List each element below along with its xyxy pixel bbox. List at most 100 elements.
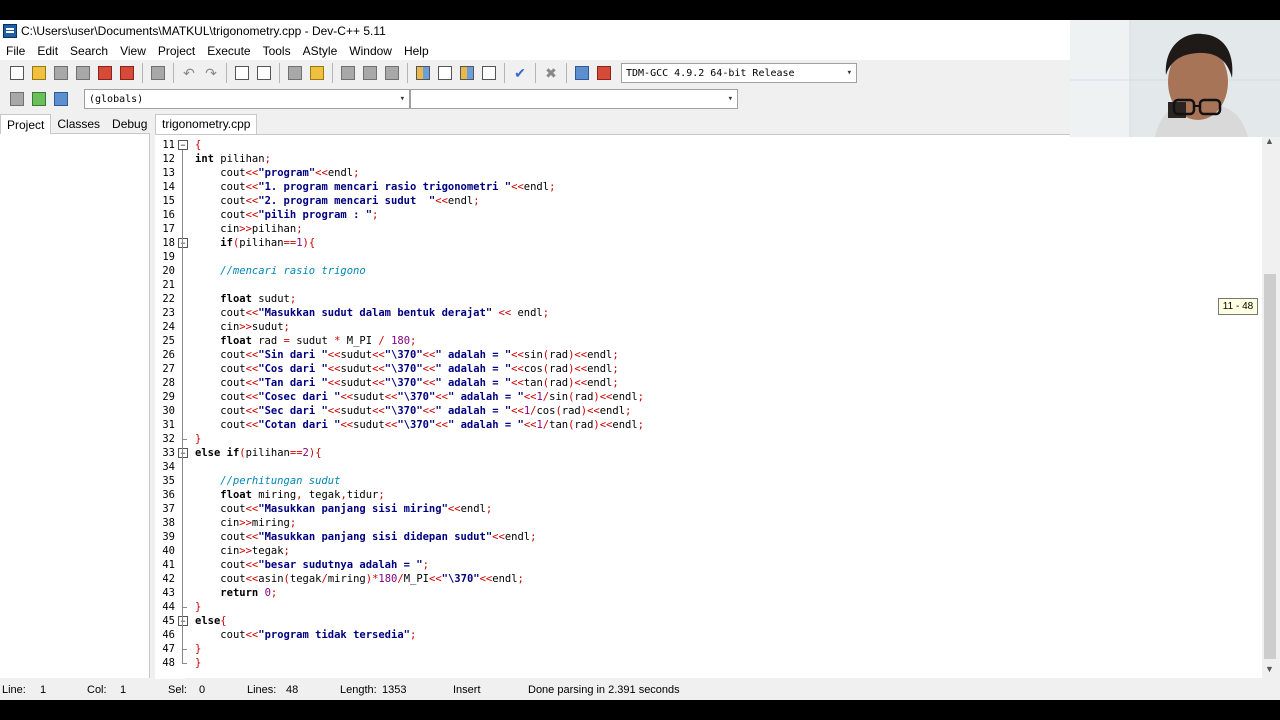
line-number: 20: [162, 265, 175, 277]
chevron-down-icon: ▾: [399, 94, 405, 104]
rebuild-all-button[interactable]: [478, 62, 500, 84]
close-all-button[interactable]: [116, 62, 138, 84]
code-line[interactable]: int pilihan;: [195, 152, 271, 166]
code-editor[interactable]: 11−12131415161718−1920212223242526272829…: [155, 134, 1262, 679]
code-line[interactable]: float miring, tegak,tidur;: [195, 488, 384, 502]
compiler-select[interactable]: TDM-GCC 4.9.2 64-bit Release ▾: [621, 63, 857, 83]
code-line[interactable]: {: [195, 138, 201, 152]
new-project-button[interactable]: [6, 88, 28, 110]
code-line[interactable]: cout<<"Masukkan panjang sisi didepan sud…: [195, 530, 536, 544]
code-line[interactable]: float sudut;: [195, 292, 296, 306]
indent-button[interactable]: [359, 62, 381, 84]
compile-button[interactable]: [412, 62, 434, 84]
goto-line-button[interactable]: [284, 62, 306, 84]
menu-astyle[interactable]: AStyle: [297, 44, 344, 58]
project-tree[interactable]: [0, 134, 150, 678]
code-line[interactable]: cin>>tegak;: [195, 544, 290, 558]
vertical-scrollbar[interactable]: ▲ ▼: [1262, 134, 1278, 678]
redo-button[interactable]: ↷: [200, 62, 222, 84]
line-number: 11: [162, 139, 175, 151]
menu-view[interactable]: View: [114, 44, 152, 58]
fold-toggle-icon[interactable]: −: [178, 140, 188, 150]
scrollbar-thumb[interactable]: [1264, 274, 1276, 659]
compile-run-button[interactable]: [456, 62, 478, 84]
save-button[interactable]: [50, 62, 72, 84]
code-line[interactable]: float rad = sudut * M_PI / 180;: [195, 334, 416, 348]
menu-edit[interactable]: Edit: [31, 44, 64, 58]
tab-debug[interactable]: Debug: [106, 114, 153, 134]
menu-file[interactable]: File: [0, 44, 31, 58]
code-line[interactable]: cout<<"Cos dari "<<sudut<<"\370"<<" adal…: [195, 362, 618, 376]
menu-tools[interactable]: Tools: [257, 44, 297, 58]
tab-classes[interactable]: Classes: [51, 114, 106, 134]
code-line[interactable]: cout<<"Masukkan sudut dalam bentuk deraj…: [195, 306, 549, 320]
code-line[interactable]: cout<<"Tan dari "<<sudut<<"\370"<<" adal…: [195, 376, 618, 390]
code-line[interactable]: cout<<"Cosec dari "<<sudut<<"\370"<<" ad…: [195, 390, 644, 404]
code-line[interactable]: cin>>sudut;: [195, 320, 290, 334]
scroll-down-icon[interactable]: ▼: [1265, 664, 1274, 674]
editor-tab-trigonometry[interactable]: trigonometry.cpp: [155, 114, 258, 134]
scope-select-value: (globals): [89, 93, 144, 105]
fold-toggle-icon[interactable]: −: [178, 616, 188, 626]
undo-button[interactable]: ↶: [178, 62, 200, 84]
left-panel-tabs: Project Classes Debug: [0, 114, 150, 134]
line-number: 19: [162, 251, 175, 263]
run-icon: [438, 66, 452, 80]
code-line[interactable]: else{: [195, 614, 227, 628]
code-line[interactable]: cout<<"2. program mencari sudut "<<endl;: [195, 194, 479, 208]
code-line[interactable]: cin>>pilihan;: [195, 222, 302, 236]
code-area[interactable]: {int pilihan; cout<<"program"<<endl; cou…: [195, 135, 1255, 679]
toggle-comment-button[interactable]: [381, 62, 403, 84]
menu-help[interactable]: Help: [398, 44, 435, 58]
project-options-button[interactable]: [50, 88, 72, 110]
menu-project[interactable]: Project: [152, 44, 201, 58]
code-line[interactable]: }: [195, 432, 201, 446]
code-line[interactable]: cout<<"program tidak tersedia";: [195, 628, 416, 642]
code-line[interactable]: cout<<"1. program mencari rasio trigonom…: [195, 180, 555, 194]
replace-button[interactable]: [253, 62, 275, 84]
code-line[interactable]: else if(pilihan==2){: [195, 446, 322, 460]
scroll-up-icon[interactable]: ▲: [1265, 136, 1274, 146]
fold-toggle-icon[interactable]: −: [178, 238, 188, 248]
code-line[interactable]: }: [195, 642, 201, 656]
scope-select[interactable]: (globals) ▾: [84, 89, 410, 109]
code-line[interactable]: }: [195, 600, 201, 614]
menu-execute[interactable]: Execute: [201, 44, 256, 58]
syntax-check-button[interactable]: ✔: [509, 62, 531, 84]
add-to-project-button[interactable]: [28, 88, 50, 110]
stop-execution-button[interactable]: ✖: [540, 62, 562, 84]
code-line[interactable]: cout<<"Masukkan panjang sisi miring"<<en…: [195, 502, 492, 516]
code-line[interactable]: }: [195, 656, 201, 670]
code-line[interactable]: cout<<asin(tegak/miring)*180/M_PI<<"\370…: [195, 572, 524, 586]
member-select[interactable]: ▾: [410, 89, 738, 109]
code-line[interactable]: cout<<"Sin dari "<<sudut<<"\370"<<" adal…: [195, 348, 618, 362]
menu-window[interactable]: Window: [343, 44, 398, 58]
delete-profile-button[interactable]: [593, 62, 615, 84]
code-line[interactable]: if(pilihan==1){: [195, 236, 315, 250]
toolbar-separator: [407, 63, 408, 83]
save-all-button[interactable]: [72, 62, 94, 84]
fullscreen-button[interactable]: [306, 62, 328, 84]
code-line[interactable]: cout<<"Cotan dari "<<sudut<<"\370"<<" ad…: [195, 418, 644, 432]
code-line[interactable]: cin>>miring;: [195, 516, 296, 530]
print-button[interactable]: [147, 62, 169, 84]
code-line[interactable]: cout<<"program"<<endl;: [195, 166, 359, 180]
new-file-button[interactable]: [6, 62, 28, 84]
tab-project[interactable]: Project: [0, 114, 52, 134]
close-file-button[interactable]: [94, 62, 116, 84]
fold-toggle-icon[interactable]: −: [178, 448, 188, 458]
line-number: 35: [162, 475, 175, 487]
profile-button[interactable]: [571, 62, 593, 84]
code-line[interactable]: return 0;: [195, 586, 277, 600]
find-button[interactable]: [231, 62, 253, 84]
code-line[interactable]: cout<<"Sec dari "<<sudut<<"\370"<<" adal…: [195, 404, 631, 418]
code-line[interactable]: //mencari rasio trigono: [195, 264, 365, 278]
run-button[interactable]: [434, 62, 456, 84]
unindent-button[interactable]: [337, 62, 359, 84]
code-line[interactable]: //perhitungan sudut: [195, 474, 340, 488]
toolbar-separator: [279, 63, 280, 83]
open-file-button[interactable]: [28, 62, 50, 84]
code-line[interactable]: cout<<"besar sudutnya adalah = ";: [195, 558, 429, 572]
code-line[interactable]: cout<<"pilih program : ";: [195, 208, 378, 222]
menu-search[interactable]: Search: [64, 44, 114, 58]
